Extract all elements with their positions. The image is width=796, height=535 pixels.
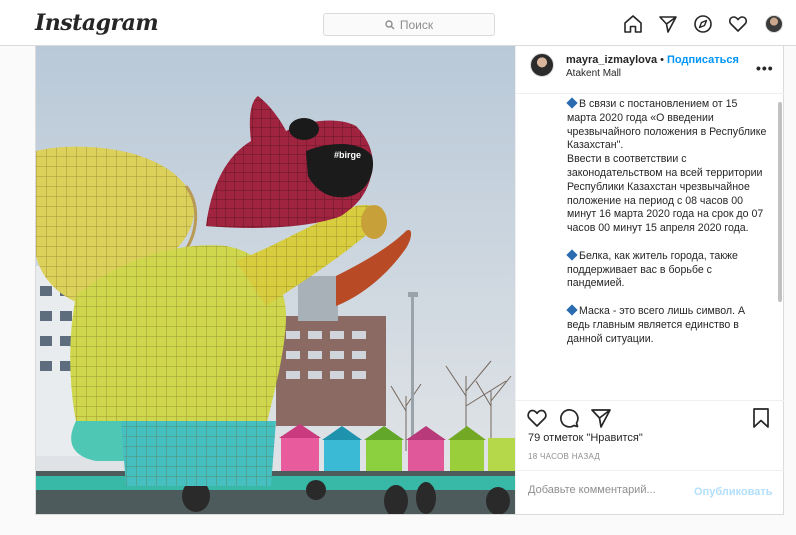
explore-icon[interactable] <box>693 14 713 34</box>
share-icon[interactable] <box>590 407 612 429</box>
profile-avatar[interactable] <box>765 15 783 33</box>
author-username[interactable]: mayra_izmaylova <box>566 54 657 66</box>
post-card: #birge mayra_izmaylova • Подписаться Atake… <box>35 45 784 515</box>
post-sidebar: mayra_izmaylova • Подписаться Atakent Mall… <box>515 46 784 514</box>
squirrel-sculpture-photo: #birge <box>36 46 515 514</box>
caption-paragraph-1: В связи с постановлением от 15 марта 202… <box>567 98 767 152</box>
instagram-logo[interactable]: Instagram <box>35 10 159 36</box>
bookmark-icon[interactable] <box>750 407 772 429</box>
search-icon <box>385 19 395 29</box>
comment-icon[interactable] <box>558 407 580 429</box>
comment-input[interactable] <box>528 484 688 496</box>
dot-separator: • <box>660 54 664 66</box>
post-actions <box>516 400 784 434</box>
caption-paragraph-1b: Ввести в соответствии с законодательство… <box>567 153 764 235</box>
top-navigation-bar: Instagram Поиск <box>0 0 796 46</box>
post-location[interactable]: Atakent Mall <box>566 68 621 79</box>
post-timestamp[interactable]: 18 ЧАСОВ НАЗАД <box>528 452 600 461</box>
search-box[interactable]: Поиск <box>323 13 495 36</box>
follow-button[interactable]: Подписаться <box>667 54 739 66</box>
caption-scrollbar[interactable] <box>778 102 782 302</box>
more-options-button[interactable]: ••• <box>756 60 774 76</box>
post-header: mayra_izmaylova • Подписаться Atakent Mall… <box>516 46 784 94</box>
caption-scroll-area[interactable]: В связи с постановлением от 15 марта 202… <box>516 94 784 400</box>
post-caption: В связи с постановлением от 15 марта 202… <box>566 97 767 360</box>
blue-diamond-icon <box>566 249 578 261</box>
activity-icon[interactable] <box>728 14 748 34</box>
likes-count[interactable]: 79 отметок "Нравится" <box>528 432 643 444</box>
add-comment-section: Опубликовать <box>516 470 784 514</box>
direct-icon[interactable] <box>658 14 678 34</box>
author-line: mayra_izmaylova • Подписаться <box>566 54 739 66</box>
home-icon[interactable] <box>623 14 643 34</box>
caption-paragraph-3: Маска - это всего лишь символ. А ведь гл… <box>567 304 746 345</box>
post-photo[interactable]: #birge <box>36 46 515 514</box>
blue-diamond-icon <box>566 97 578 109</box>
caption-paragraph-2: Белка, как житель города, также поддержи… <box>567 249 738 290</box>
mask-hashtag: #birge <box>334 150 361 160</box>
search-placeholder: Поиск <box>399 17 434 32</box>
author-avatar[interactable] <box>530 53 554 77</box>
like-icon[interactable] <box>526 407 548 429</box>
blue-diamond-icon <box>566 304 578 316</box>
publish-button[interactable]: Опубликовать <box>694 486 773 498</box>
